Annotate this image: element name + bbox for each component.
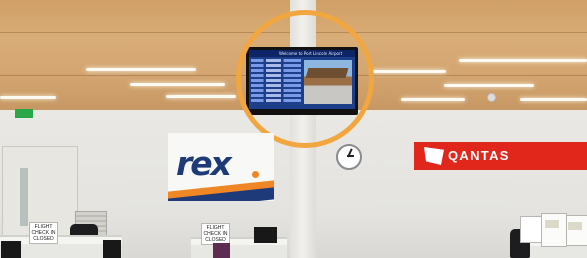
counter-front	[191, 245, 287, 258]
counter-sign-left: FLIGHT CHECK IN CLOSED	[29, 222, 58, 244]
ceiling-light	[372, 70, 446, 73]
exit-sign	[15, 109, 33, 118]
counter-monitor	[1, 241, 21, 258]
ceiling-light	[459, 59, 587, 62]
ceiling-light	[520, 98, 587, 101]
ceiling-light	[0, 96, 56, 99]
qantas-wordmark: QANTAS	[448, 148, 510, 163]
sign-line: CLOSED	[33, 236, 54, 242]
ceiling-light	[444, 84, 534, 87]
brochure-stand	[541, 213, 567, 247]
ceiling-light	[166, 95, 236, 98]
brochure-stand	[566, 215, 587, 246]
brochure	[545, 220, 559, 228]
rex-wordmark: rex	[176, 144, 232, 183]
rex-logo-panel: rex	[168, 133, 274, 201]
ceiling-light	[401, 98, 465, 101]
counter-monitor	[103, 240, 121, 258]
ceiling-light	[86, 68, 196, 71]
counter-notice	[520, 216, 542, 243]
highlight-circle	[236, 10, 374, 148]
ceiling-sensor	[487, 93, 496, 102]
brochure	[568, 222, 582, 230]
airport-terminal-photo: Welcome to Port Lincoln Airport rex QANT…	[0, 0, 587, 258]
rex-dot	[252, 171, 259, 178]
door-window	[20, 168, 28, 226]
clock-minute-hand	[347, 155, 354, 157]
counter-monitor	[213, 243, 230, 258]
counter-monitor	[254, 227, 277, 243]
counter-sign-center: FLIGHT CHECK IN CLOSED	[201, 223, 230, 245]
ceiling-light	[130, 83, 225, 86]
